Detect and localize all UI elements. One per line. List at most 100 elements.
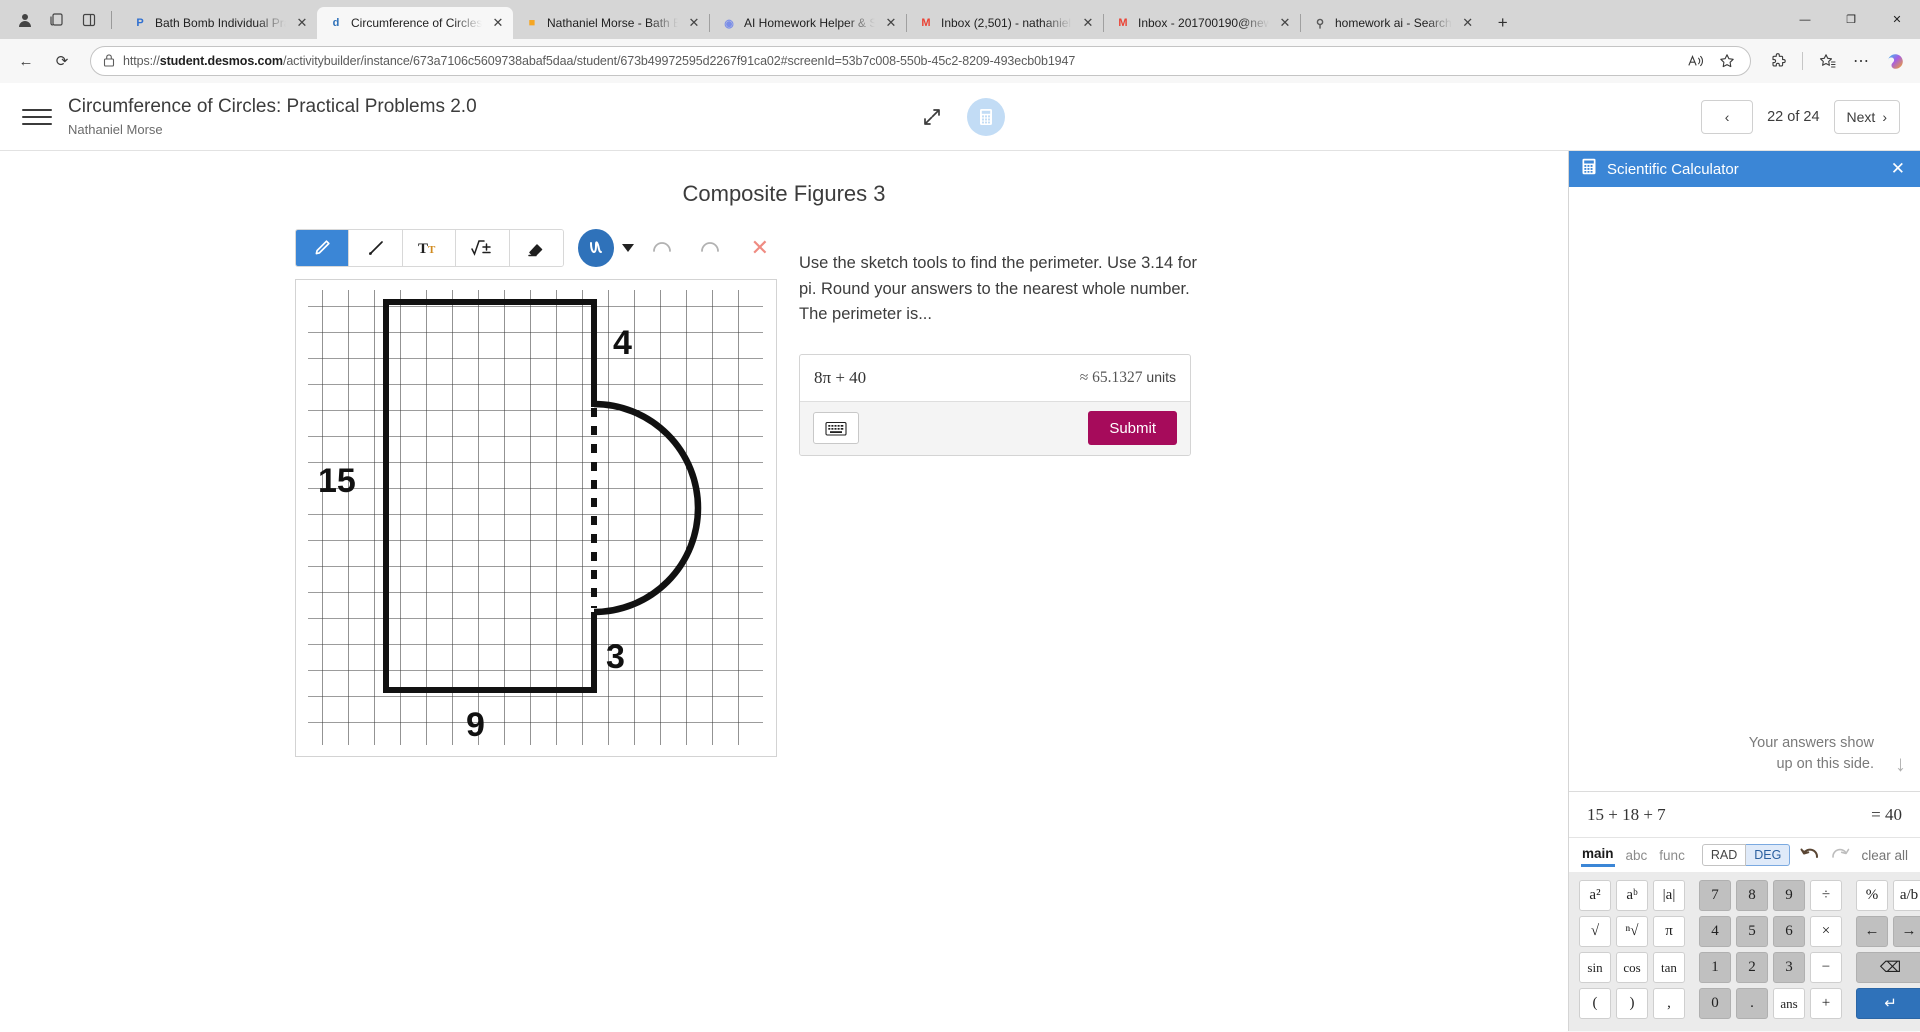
angle-mode-rad[interactable]: RAD (1701, 844, 1747, 866)
browser-tab[interactable]: ■ Nathaniel Morse - Bath Bomb I ✕ (513, 7, 709, 39)
answer-input-row[interactable]: 8π + 40 ≈ 65.1327 units (800, 355, 1190, 401)
reload-button[interactable]: ⟳ (46, 45, 78, 77)
line-tool-button[interactable] (349, 230, 403, 266)
address-bar[interactable]: https://student.desmos.com/activitybuild… (90, 46, 1751, 76)
keypad-key-1[interactable]: 1 (1699, 952, 1731, 983)
next-screen-button[interactable]: Next › (1833, 99, 1900, 134)
student-name: Nathaniel Morse (68, 122, 163, 137)
keypad-key-3[interactable]: 3 (1773, 952, 1805, 983)
keypad-key-)[interactable]: ) (1616, 988, 1648, 1019)
browser-tab[interactable]: M Inbox - 201700190@newton.k1 ✕ (1104, 7, 1300, 39)
tab-close-icon[interactable]: ✕ (293, 14, 311, 32)
extensions-icon[interactable] (1763, 46, 1793, 76)
keypad-key-√[interactable]: √ (1579, 916, 1611, 947)
keypad-tab-abc[interactable]: abc (1625, 846, 1649, 865)
calculator-history-row[interactable]: 15 + 18 + 7 = 40 (1569, 792, 1920, 838)
favorite-star-icon[interactable] (1712, 47, 1742, 75)
profile-icon[interactable] (10, 5, 40, 35)
header-titles: Circumference of Circles: Practical Prob… (68, 96, 477, 137)
keypad-key-([interactable]: ( (1579, 988, 1611, 1019)
keypad-key-ans[interactable]: ans (1773, 988, 1805, 1019)
keypad-key-−[interactable]: − (1810, 952, 1842, 983)
browser-settings-icon[interactable]: ⋯ (1846, 46, 1876, 76)
text-tool-button[interactable]: TT (402, 230, 457, 266)
keypad-key-|a|[interactable]: |a| (1653, 880, 1685, 911)
calculator-clear-all-button[interactable]: clear all (1861, 848, 1908, 863)
new-tab-button[interactable]: + (1489, 9, 1517, 37)
keypad-key-5[interactable]: 5 (1736, 916, 1768, 947)
keypad-key-.[interactable]: . (1736, 988, 1768, 1019)
keypad-key-fraction[interactable]: a/b (1893, 880, 1920, 911)
history-expression: 15 + 18 + 7 (1587, 804, 1666, 824)
keypad-key-,[interactable]: , (1653, 988, 1685, 1019)
keypad-key-9[interactable]: 9 (1773, 880, 1805, 911)
calculator-close-button[interactable]: ✕ (1888, 159, 1908, 179)
tab-close-icon[interactable]: ✕ (685, 14, 703, 32)
keyboard-toggle-button[interactable] (813, 412, 859, 445)
keypad-key-left-arrow[interactable]: ← (1856, 916, 1888, 947)
browser-tab[interactable]: d Circumference of Circles: Practi ✕ (317, 7, 513, 39)
keypad-key-aᵇ[interactable]: aᵇ (1616, 880, 1648, 911)
keypad-key-÷[interactable]: ÷ (1810, 880, 1842, 911)
submit-button[interactable]: Submit (1088, 411, 1177, 446)
sketch-clear-button[interactable]: ✕ (743, 230, 777, 266)
keypad-key-π[interactable]: π (1653, 916, 1685, 947)
window-minimize-button[interactable]: — (1782, 0, 1828, 39)
keypad-key-7[interactable]: 7 (1699, 880, 1731, 911)
keypad-key-tan[interactable]: tan (1653, 952, 1685, 983)
keypad-key-×[interactable]: × (1810, 916, 1842, 947)
browser-tab[interactable]: ◉ AI Homework Helper & Solver ✕ (710, 7, 906, 39)
window-close-button[interactable]: ✕ (1874, 0, 1920, 39)
tab-close-icon[interactable]: ✕ (1276, 14, 1294, 32)
keypad-key-6[interactable]: 6 (1773, 916, 1805, 947)
sketch-redo-button[interactable] (691, 230, 729, 266)
sketch-canvas[interactable]: 4 15 3 9 (295, 279, 777, 757)
tab-favicon-icon: M (921, 17, 931, 29)
tab-title: homework ai - Search (1335, 16, 1452, 30)
browser-tab[interactable]: P Bath Bomb Individual Practice ✕ (121, 7, 317, 39)
angle-mode-deg[interactable]: DEG (1746, 844, 1791, 866)
keypad-key-4[interactable]: 4 (1699, 916, 1731, 947)
keypad-key-a²[interactable]: a² (1579, 880, 1611, 911)
keypad-key-8[interactable]: 8 (1736, 880, 1768, 911)
keypad-key-2[interactable]: 2 (1736, 952, 1768, 983)
pencil-tool-button[interactable] (296, 230, 350, 266)
keypad-key-sin[interactable]: sin (1579, 952, 1611, 983)
collections-icon[interactable] (42, 5, 72, 35)
tab-close-icon[interactable]: ✕ (1459, 14, 1477, 32)
math-tool-button[interactable] (456, 230, 510, 266)
calculator-undo-icon[interactable] (1800, 846, 1820, 864)
back-button[interactable]: ← (10, 45, 42, 77)
eraser-tool-button[interactable] (509, 230, 564, 266)
keypad-key-enter[interactable]: ↵ (1856, 988, 1920, 1019)
browser-tab[interactable]: ⚲ homework ai - Search ✕ (1301, 7, 1483, 39)
sketch-style-caret-icon[interactable] (622, 244, 635, 252)
tab-close-icon[interactable]: ✕ (882, 14, 900, 32)
keypad-tab-func[interactable]: func (1658, 846, 1686, 865)
read-aloud-icon[interactable] (1680, 47, 1710, 75)
keypad-key-cos[interactable]: cos (1616, 952, 1648, 983)
calculator-redo-icon[interactable] (1830, 846, 1850, 864)
calculator-toggle-button[interactable] (967, 97, 1005, 136)
keypad-key-percent[interactable]: % (1856, 880, 1888, 911)
menu-hamburger-icon[interactable] (20, 100, 54, 134)
keypad-key-backspace[interactable]: ⌫ (1856, 952, 1920, 983)
favorites-bar-icon[interactable] (1812, 46, 1842, 76)
sketch-undo-button[interactable] (643, 230, 681, 266)
keypad-key-0[interactable]: 0 (1699, 988, 1731, 1019)
split-screen-icon[interactable] (74, 5, 104, 35)
previous-screen-button[interactable]: ‹ (1701, 99, 1754, 134)
keypad-key-ⁿ√[interactable]: ⁿ√ (1616, 916, 1648, 947)
keypad-key-right-arrow[interactable]: → (1893, 916, 1920, 947)
sketch-style-button[interactable] (578, 229, 615, 267)
expand-icon[interactable] (915, 100, 949, 134)
keypad-key-+[interactable]: + (1810, 988, 1842, 1019)
copilot-icon[interactable] (1880, 46, 1910, 76)
tab-close-icon[interactable]: ✕ (1079, 14, 1097, 32)
keypad-toolbar: main abc func RAD DEG clear all (1569, 838, 1920, 872)
tab-close-icon[interactable]: ✕ (489, 14, 507, 32)
window-maximize-button[interactable]: ❐ (1828, 0, 1874, 39)
keypad-tab-main[interactable]: main (1581, 844, 1615, 867)
calculator-expression-area[interactable]: Your answers show up on this side. ↓ (1569, 187, 1920, 792)
browser-tab[interactable]: M Inbox (2,501) - nathanielmorse ✕ (907, 7, 1103, 39)
